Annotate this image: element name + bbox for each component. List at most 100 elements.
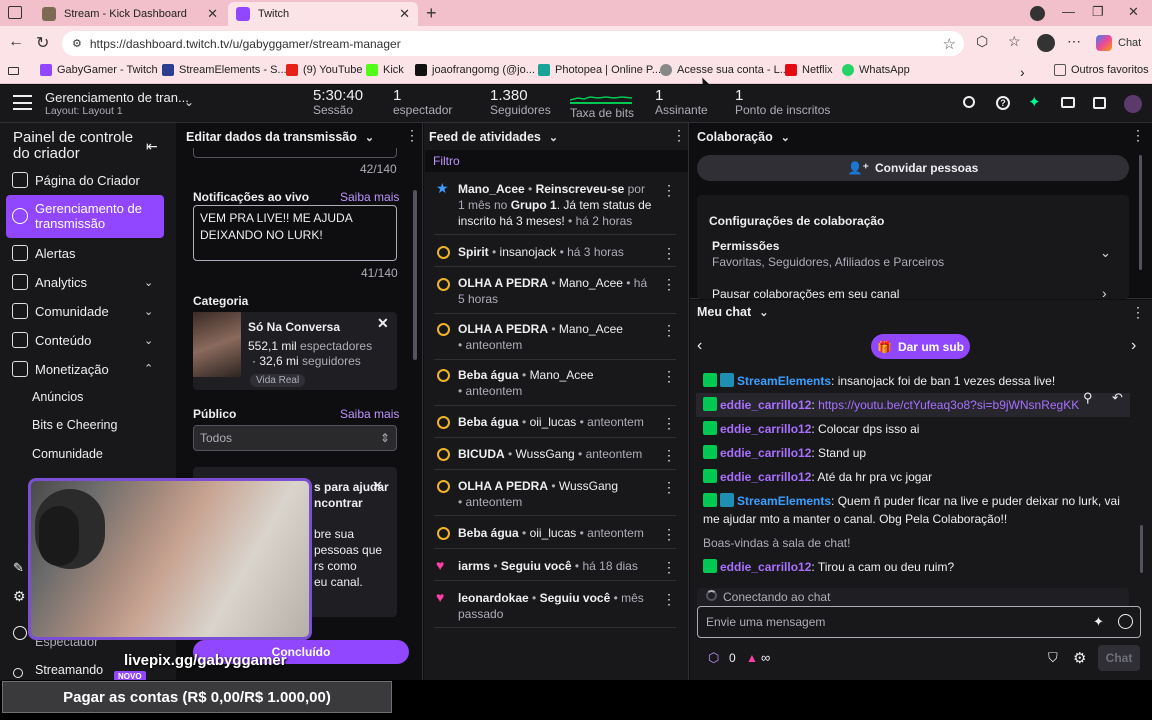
sidebar-subitem-ads[interactable]: Anúncios: [32, 390, 83, 404]
chat-message[interactable]: StreamElements: insanojack foi de ban 1 …: [703, 372, 1055, 390]
chevron-down-icon[interactable]: ⌄: [144, 276, 153, 289]
sidebar-item-community[interactable]: Comunidade: [12, 303, 109, 319]
close-icon[interactable]: ✕: [399, 6, 410, 22]
extensions-icon[interactable]: ⬡: [976, 33, 988, 50]
pause-collab-row[interactable]: Pausar colaborações em seu canal: [712, 287, 899, 301]
give-sub-button[interactable]: 🎁 Dar um sub: [871, 334, 970, 359]
tab-kick[interactable]: Stream - Kick Dashboard ✕: [34, 2, 226, 26]
kebab-menu-icon[interactable]: ⋮: [662, 447, 676, 464]
menu-icon[interactable]: [13, 95, 32, 110]
wand-icon[interactable]: ✦: [1093, 614, 1104, 630]
chevron-right-icon[interactable]: ›: [1020, 64, 1025, 80]
kebab-menu-icon[interactable]: ⋮: [662, 276, 676, 293]
chevron-left-icon[interactable]: ‹: [697, 337, 702, 355]
pin-icon[interactable]: ⚲: [1083, 390, 1093, 406]
feed-item[interactable]: Spirit • insanojack • há 3 horas: [458, 244, 653, 260]
bookmark-item[interactable]: Netflix: [785, 64, 833, 76]
crown-icon[interactable]: ✦: [1028, 93, 1041, 111]
profile-avatar[interactable]: [1030, 6, 1045, 21]
chevron-up-icon[interactable]: ⌃: [144, 362, 153, 375]
kebab-menu-icon[interactable]: ⋮: [662, 368, 676, 385]
category-tag[interactable]: Vida Real: [250, 374, 306, 387]
reading-list-icon[interactable]: [8, 67, 19, 75]
minimize-icon[interactable]: —: [1062, 4, 1075, 19]
chevron-right-icon[interactable]: ›: [1131, 337, 1136, 355]
bookmark-item[interactable]: Kick: [366, 64, 404, 76]
sidebar-item-content[interactable]: Conteúdo: [12, 332, 91, 348]
chevron-down-icon[interactable]: ⌄: [184, 95, 194, 109]
bookmark-item[interactable]: joaofrangomg (@jo...: [415, 64, 535, 76]
feed-item[interactable]: Mano_Acee • Reinscreveu-se por 1 mês no …: [458, 181, 653, 229]
copilot-button[interactable]: Chat: [1096, 35, 1141, 51]
help-icon[interactable]: ?: [996, 96, 1010, 110]
sidebar-subitem-bits[interactable]: Bits e Cheering: [32, 418, 117, 432]
promo-close-icon[interactable]: ✕: [372, 478, 383, 494]
feed-panel-header[interactable]: Feed de atividades ⌄: [429, 126, 558, 148]
edit-scrollbar[interactable]: [413, 190, 417, 360]
bookmark-item[interactable]: WhatsApp: [842, 64, 910, 76]
kebab-menu-icon[interactable]: ⋮: [662, 479, 676, 496]
kebab-menu-icon[interactable]: ⋮: [662, 322, 676, 339]
reply-icon[interactable]: ↶: [1112, 390, 1123, 406]
settings-icon[interactable]: ⚙: [13, 588, 26, 605]
feed-item[interactable]: iarms • Seguiu você • há 18 dias: [458, 558, 658, 574]
collapse-icon[interactable]: ⇤: [146, 138, 158, 155]
feed-item[interactable]: OLHA A PEDRA • WussGang • anteontem: [458, 478, 653, 510]
page-title[interactable]: Gerenciamento de tran...: [45, 90, 189, 105]
chat-message[interactable]: eddie_carrillo12: Colocar dps isso ai: [703, 420, 919, 438]
close-icon[interactable]: ✕: [207, 6, 218, 22]
kebab-menu-icon[interactable]: ⋮: [1131, 304, 1145, 321]
chat-scrollbar[interactable]: [1140, 525, 1143, 573]
maximize-icon[interactable]: ❐: [1092, 4, 1104, 20]
tab-actions-icon[interactable]: [8, 6, 22, 19]
kebab-menu-icon[interactable]: ⋮: [662, 591, 676, 608]
whispers-icon[interactable]: [1093, 97, 1106, 109]
title-field[interactable]: [193, 148, 397, 158]
tab-twitch[interactable]: Twitch ✕: [228, 2, 418, 26]
viewer-icon[interactable]: [13, 626, 27, 640]
feed-item[interactable]: BICUDA • WussGang • anteontem: [458, 446, 658, 462]
url-field[interactable]: ⚙ https://dashboard.twitch.tv/u/gabyggam…: [62, 31, 964, 56]
kebab-menu-icon[interactable]: ⋮: [662, 415, 676, 432]
kebab-menu-icon[interactable]: ⋮: [672, 127, 686, 144]
feed-item[interactable]: Beba água • Mano_Acee • anteontem: [458, 367, 653, 399]
chat-message[interactable]: eddie_carrillo12: Stand up: [703, 444, 866, 462]
chevron-right-icon[interactable]: ›: [1102, 285, 1107, 301]
remove-category-icon[interactable]: ✕: [377, 315, 389, 332]
sidebar-bottom-streaming[interactable]: Streamando: [35, 663, 103, 677]
collab-scrollbar[interactable]: [1139, 155, 1142, 270]
sidebar-item-analytics[interactable]: Analytics: [12, 274, 87, 290]
chat-panel-header[interactable]: Meu chat ⌄: [697, 301, 768, 323]
channel-points-balance-icon[interactable]: ⬡: [708, 650, 719, 666]
feed-item[interactable]: OLHA A PEDRA • Mano_Acee • anteontem: [458, 321, 653, 353]
kebab-menu-icon[interactable]: ⋮: [662, 559, 676, 576]
feed-item[interactable]: Beba água • oii_lucas • anteontem: [458, 525, 658, 541]
notif-learn-more-link[interactable]: Saiba mais: [340, 190, 399, 204]
kebab-menu-icon[interactable]: ⋮: [662, 526, 676, 543]
more-icon[interactable]: ⋯: [1067, 33, 1081, 50]
reload-icon[interactable]: ↻: [36, 33, 49, 53]
sidebar-item-alerts[interactable]: Alertas: [12, 245, 75, 261]
public-learn-more-link[interactable]: Saiba mais: [340, 407, 399, 421]
close-window-icon[interactable]: ✕: [1128, 4, 1139, 20]
brush-icon[interactable]: ✎: [13, 560, 24, 576]
sidebar-subitem-community[interactable]: Comunidade: [32, 447, 103, 461]
bookmark-item[interactable]: GabyGamer - Twitch: [40, 64, 158, 76]
inbox-icon[interactable]: [1061, 97, 1075, 108]
chat-send-button[interactable]: Chat: [1098, 645, 1140, 671]
other-favorites[interactable]: Outros favoritos: [1054, 64, 1149, 76]
back-icon[interactable]: ←: [8, 33, 24, 51]
bookmark-item[interactable]: Acesse sua conta - L...: [660, 64, 789, 76]
search-icon[interactable]: [963, 96, 975, 108]
chevron-down-icon[interactable]: ⌄: [1100, 245, 1111, 261]
chevron-down-icon[interactable]: ⌄: [144, 334, 153, 347]
bookmark-item[interactable]: (9) YouTube: [286, 64, 363, 76]
kebab-menu-icon[interactable]: ⋮: [1131, 127, 1145, 144]
bookmark-item[interactable]: Photopea | Online P...: [538, 64, 661, 76]
feed-filter-link[interactable]: Filtro: [433, 154, 460, 168]
kebab-menu-icon[interactable]: ⋮: [405, 127, 419, 144]
collab-panel-header[interactable]: Colaboração ⌄: [697, 126, 790, 148]
edit-panel-header[interactable]: Editar dados da transmissão ⌄: [186, 126, 374, 148]
favorites-icon[interactable]: ☆: [1008, 33, 1021, 50]
feed-item[interactable]: Beba água • oii_lucas • anteontem: [458, 414, 658, 430]
